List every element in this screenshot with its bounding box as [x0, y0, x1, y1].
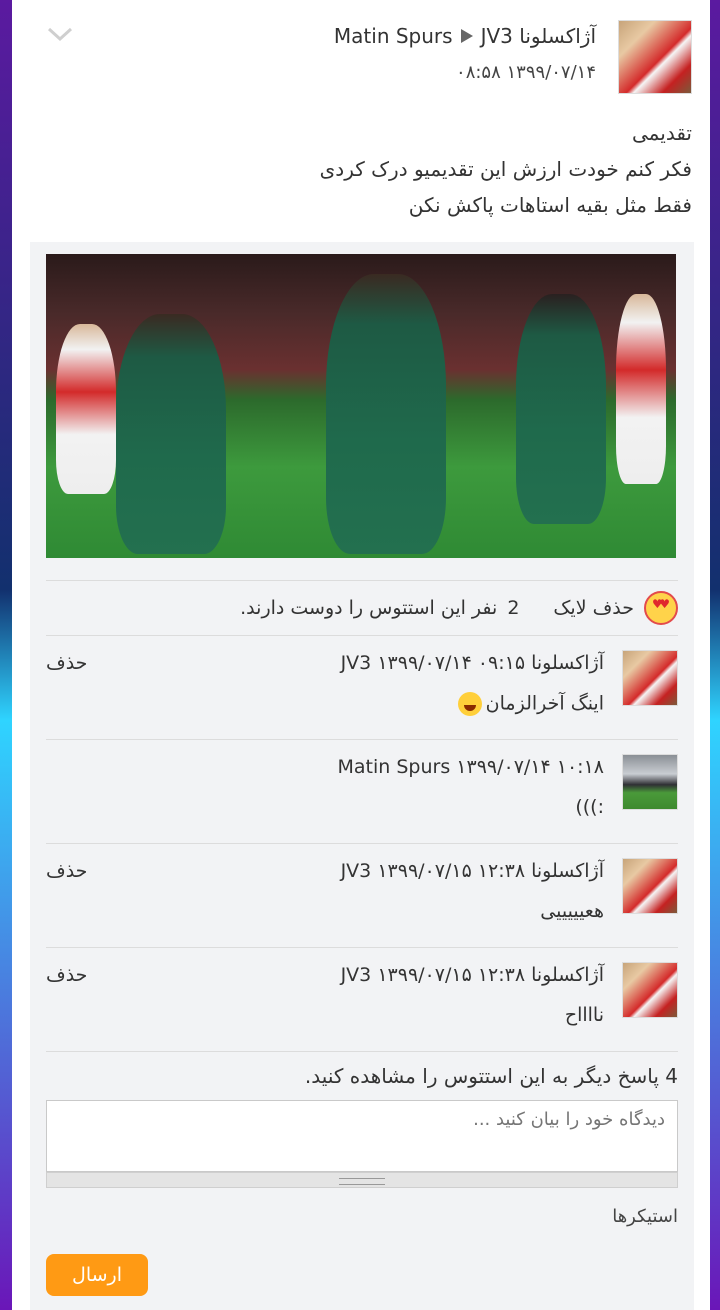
comment-meta: Matin Spurs ۱۳۹۹/۰۷/۱۴ ۱۰:۱۸: [338, 756, 605, 778]
comment-text: :))): [575, 796, 604, 818]
comment-item: آژاکسلونا JV3 ۱۳۹۹/۰۷/۱۵ ۱۲:۳۸ نااااح حذ…: [46, 948, 678, 1052]
delete-comment-button[interactable]: حذف: [46, 964, 87, 986]
comment-item: آژاکسلونا JV3 ۱۳۹۹/۰۷/۱۵ ۱۲:۳۸ هعیییییی …: [46, 844, 678, 948]
heart-eyes-emoji-icon: [644, 591, 678, 625]
stickers-link[interactable]: استیکرها: [612, 1206, 678, 1227]
post-line: فکر کنم خودت ارزش این تقدیمیو درک کردی: [319, 157, 692, 181]
post-line: تقدیمی: [632, 121, 692, 145]
author-name[interactable]: آژاکسلونا JV3: [481, 24, 596, 48]
comment-item: آژاکسلونا JV3 ۱۳۹۹/۰۷/۱۴ ۰۹:۱۵ اینگ آخرا…: [46, 636, 678, 740]
arrow-left-icon: [460, 29, 473, 43]
resize-handle[interactable]: [46, 1172, 678, 1188]
status-panel: حذف لایک 2 نفر این استتوس را دوست دارند.…: [30, 242, 694, 1310]
comment-meta: آژاکسلونا JV3 ۱۳۹۹/۰۷/۱۴ ۰۹:۱۵: [341, 652, 604, 674]
comment-text: نااااح: [564, 1004, 604, 1026]
comment-date: ۱۳۹۹/۰۷/۱۵ ۱۲:۳۸: [377, 860, 526, 882]
post-header: آژاکسلونا JV3 Matin Spurs ۱۳۹۹/۰۷/۱۴ ۰۸:…: [30, 18, 692, 98]
comment-avatar[interactable]: [622, 754, 678, 810]
status-card: آژاکسلونا JV3 Matin Spurs ۱۳۹۹/۰۷/۱۴ ۰۸:…: [12, 0, 710, 1310]
comment-avatar[interactable]: [622, 962, 678, 1018]
delete-comment-button[interactable]: حذف: [46, 652, 87, 674]
more-replies-link[interactable]: 4 پاسخ دیگر به این استتوس را مشاهده کنید…: [305, 1064, 678, 1088]
likes-text[interactable]: نفر این استتوس را دوست دارند.: [240, 597, 497, 619]
football-celebration-photo[interactable]: [46, 254, 676, 558]
post-date: ۱۳۹۹/۰۷/۱۴ ۰۸:۵۸: [456, 62, 596, 83]
comment-text-content: اینگ آخرالزمان: [485, 692, 604, 715]
comment-avatar[interactable]: [622, 650, 678, 706]
comment-avatar[interactable]: [622, 858, 678, 914]
comment-date: ۱۳۹۹/۰۷/۱۴ ۰۹:۱۵: [377, 652, 526, 674]
post-text: تقدیمی فکر کنم خودت ارزش این تقدیمیو درک…: [30, 115, 692, 223]
likes-count: 2: [507, 597, 520, 619]
likes-row: حذف لایک 2 نفر این استتوس را دوست دارند.: [46, 580, 678, 636]
unlike-button[interactable]: حذف لایک: [553, 597, 634, 619]
comment-author[interactable]: Matin Spurs: [338, 756, 451, 778]
background-edge-left: [0, 0, 12, 1310]
comment-meta: آژاکسلونا JV3 ۱۳۹۹/۰۷/۱۵ ۱۲:۳۸: [341, 860, 604, 882]
chevron-down-icon[interactable]: [46, 24, 74, 44]
author-avatar[interactable]: [618, 20, 692, 94]
post-names: آژاکسلونا JV3 Matin Spurs: [334, 24, 596, 48]
post-line: فقط مثل بقیه استاهات پاکش نکن: [408, 193, 692, 217]
send-button[interactable]: ارسال: [46, 1254, 148, 1296]
comment-meta: آژاکسلونا JV3 ۱۳۹۹/۰۷/۱۵ ۱۲:۳۸: [341, 964, 604, 986]
comment-text: اینگ آخرالزمان: [457, 692, 604, 716]
comment-item: Matin Spurs ۱۳۹۹/۰۷/۱۴ ۱۰:۱۸ :))): [46, 740, 678, 844]
comment-input[interactable]: [46, 1100, 678, 1172]
comment-date: ۱۳۹۹/۰۷/۱۴ ۱۰:۱۸: [456, 756, 604, 778]
comment-date: ۱۳۹۹/۰۷/۱۵ ۱۲:۳۸: [377, 964, 526, 986]
delete-comment-button[interactable]: حذف: [46, 860, 87, 882]
laughing-emoji-icon: [457, 692, 482, 716]
recipient-name[interactable]: Matin Spurs: [334, 24, 453, 48]
comment-text: هعیییییی: [540, 900, 604, 922]
